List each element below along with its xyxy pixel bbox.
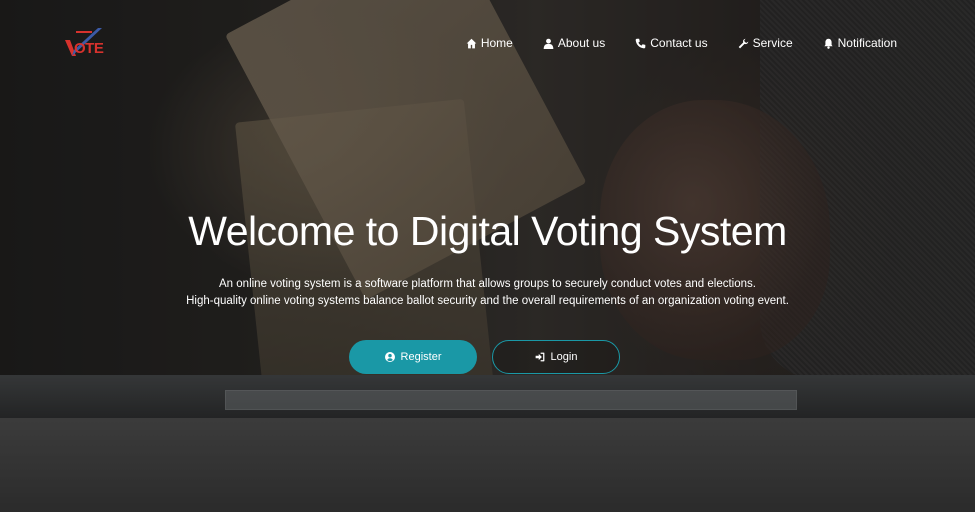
register-button-label: Register xyxy=(400,351,442,363)
nav-home-label: Home xyxy=(480,36,513,50)
user-circle-icon xyxy=(384,352,395,362)
home-icon xyxy=(466,38,477,48)
nav-about-us[interactable]: About us xyxy=(543,36,605,50)
hero-description-line2: High-quality online voting systems balan… xyxy=(186,295,789,307)
main-nav: Home About us Contact us Service Notific… xyxy=(466,36,897,50)
hero-overlay xyxy=(0,0,975,512)
register-button[interactable]: Register xyxy=(349,340,477,374)
hero-background xyxy=(0,0,975,512)
sign-in-icon xyxy=(535,352,544,362)
phone-icon xyxy=(635,38,646,48)
bell-icon xyxy=(824,38,833,49)
nav-service[interactable]: Service xyxy=(738,36,793,50)
nav-contact-us-label: Contact us xyxy=(650,36,708,50)
login-button-label: Login xyxy=(550,351,578,363)
wrench-icon xyxy=(738,38,748,48)
nav-service-label: Service xyxy=(752,36,793,50)
nav-notification[interactable]: Notification xyxy=(823,36,897,50)
login-button[interactable]: Login xyxy=(492,340,620,374)
nav-contact-us[interactable]: Contact us xyxy=(635,36,708,50)
user-icon xyxy=(543,38,554,49)
nav-home[interactable]: Home xyxy=(466,36,513,50)
page-title: Welcome to Digital Voting System xyxy=(188,208,787,254)
nav-notification-label: Notification xyxy=(837,36,897,50)
hero-description-line1: An online voting system is a software pl… xyxy=(219,278,756,290)
nav-about-us-label: About us xyxy=(557,36,606,50)
logo-text: OTE xyxy=(74,40,104,57)
